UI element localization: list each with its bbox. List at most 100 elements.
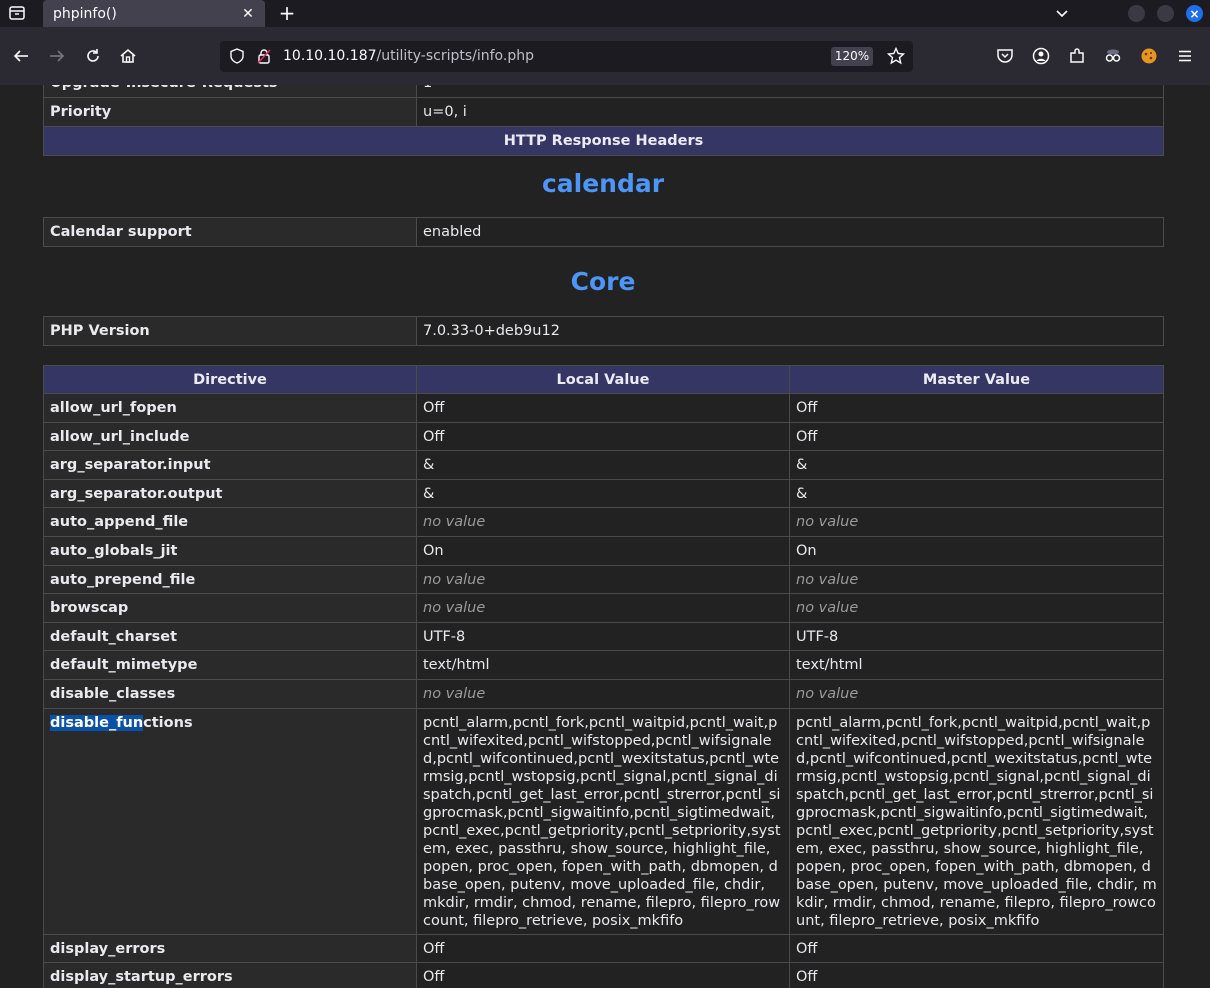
column-header-local: Local Value xyxy=(416,365,790,394)
local-value: & xyxy=(416,450,790,480)
home-icon[interactable] xyxy=(118,46,138,66)
request-headers-table: Upgrade-Insecure-Requests 1 Priority u=0… xyxy=(43,85,1164,156)
chevron-down-icon[interactable] xyxy=(1054,5,1070,21)
cookie-extension-icon[interactable] xyxy=(1139,46,1159,66)
no-value-text: no value xyxy=(796,514,859,531)
local-value: no value xyxy=(416,564,790,595)
directive-name: disable_classes xyxy=(43,678,417,709)
php-version-table: PHP Version 7.0.33-0+deb9u12 xyxy=(43,316,1164,346)
table-row: Calendar support enabled xyxy=(43,217,1164,247)
master-value: text/html xyxy=(789,650,1164,680)
table-row: display_errors Off Off xyxy=(43,933,1164,964)
account-icon[interactable] xyxy=(1031,46,1051,66)
table-row: auto_append_file no value no value xyxy=(43,507,1164,537)
directive-name: allow_url_fopen xyxy=(43,393,417,423)
header-key: Priority xyxy=(43,97,417,127)
local-value: no value xyxy=(416,593,790,623)
url-text[interactable]: 10.10.10.187/utility-scripts/info.php xyxy=(283,48,534,64)
table-row: auto_globals_jit On On xyxy=(43,535,1164,566)
table-row: allow_url_fopen Off Off xyxy=(43,393,1164,423)
directive-name: auto_append_file xyxy=(43,507,417,537)
directive-name: auto_globals_jit xyxy=(43,535,417,566)
table-header-row: HTTP Response Headers xyxy=(43,126,1164,156)
master-value: On xyxy=(789,535,1164,566)
menu-icon[interactable] xyxy=(1175,46,1195,66)
no-value-text: no value xyxy=(423,685,486,702)
directive-name: arg_separator.input xyxy=(43,450,417,480)
browser-tab[interactable]: phpinfo() ✕ xyxy=(43,0,265,27)
local-value: text/html xyxy=(416,650,790,680)
url-host: 10.10.10.187 xyxy=(283,48,377,64)
calendar-table: Calendar support enabled xyxy=(43,217,1164,247)
spy-extension-icon[interactable] xyxy=(1103,46,1123,66)
directive-name: allow_url_include xyxy=(43,421,417,452)
tab-strip: phpinfo() ✕ + × xyxy=(0,0,1210,27)
no-value-text: no value xyxy=(796,600,859,617)
insecure-lock-icon[interactable] xyxy=(256,48,272,68)
url-bar[interactable]: 10.10.10.187/utility-scripts/info.php 12… xyxy=(220,41,913,72)
directive-name: disable_functions xyxy=(43,707,417,935)
directive-name: default_charset xyxy=(43,621,417,652)
table-row: browscap no value no value xyxy=(43,593,1164,623)
close-window-button[interactable]: × xyxy=(1186,5,1203,22)
master-value: no value xyxy=(789,507,1164,537)
master-value: Off xyxy=(789,933,1164,964)
no-value-text: no value xyxy=(423,514,486,531)
selected-text: disable_fun xyxy=(50,714,144,731)
table-row: Upgrade-Insecure-Requests 1 xyxy=(43,85,1164,98)
zoom-badge[interactable]: 120% xyxy=(831,47,873,66)
master-value: Off xyxy=(789,393,1164,423)
forward-icon[interactable] xyxy=(47,46,67,66)
table-row: arg_separator.output & & xyxy=(43,478,1164,509)
new-tab-icon[interactable]: + xyxy=(278,3,296,23)
tab-title: phpinfo() xyxy=(53,5,117,22)
calendar-heading: calendar xyxy=(541,169,665,198)
master-value: UTF-8 xyxy=(789,621,1164,652)
directive-name: display_errors xyxy=(43,933,417,964)
table-row: Priority u=0, i xyxy=(43,97,1164,127)
local-value: no value xyxy=(416,507,790,537)
reload-icon[interactable] xyxy=(83,46,103,66)
local-value: Off xyxy=(416,421,790,452)
master-value: no value xyxy=(789,678,1164,709)
local-value: & xyxy=(416,478,790,509)
directive-name: default_mimetype xyxy=(43,650,417,680)
directive-name: auto_prepend_file xyxy=(43,564,417,595)
local-value: Off xyxy=(416,962,790,988)
directive-value: enabled xyxy=(416,217,1164,247)
table-row: auto_prepend_file no value no value xyxy=(43,564,1164,595)
table-row: disable_functions pcntl_alarm,pcntl_fork,… xyxy=(43,707,1164,935)
response-headers-title: HTTP Response Headers xyxy=(43,126,1164,156)
master-value: Off xyxy=(789,421,1164,452)
local-value: no value xyxy=(416,678,790,709)
local-value: Off xyxy=(416,393,790,423)
local-value: UTF-8 xyxy=(416,621,790,652)
directive-name: Calendar support xyxy=(43,217,417,247)
no-value-text: no value xyxy=(796,571,859,588)
maximize-button[interactable] xyxy=(1157,5,1174,22)
bookmark-star-icon[interactable] xyxy=(886,46,906,69)
header-value: u=0, i xyxy=(416,97,1164,127)
table-row: PHP Version 7.0.33-0+deb9u12 xyxy=(43,316,1164,346)
pocket-icon[interactable] xyxy=(995,46,1015,66)
directive-name: arg_separator.output xyxy=(43,478,417,509)
shield-icon[interactable] xyxy=(229,48,245,68)
back-icon[interactable] xyxy=(11,46,31,66)
local-value: On xyxy=(416,535,790,566)
core-heading: Core xyxy=(570,267,636,296)
master-value: & xyxy=(789,450,1164,480)
table-row: allow_url_include Off Off xyxy=(43,421,1164,452)
close-tab-icon[interactable]: ✕ xyxy=(241,6,255,22)
tab-list-icon[interactable] xyxy=(8,5,26,21)
local-value: pcntl_alarm,pcntl_fork,pcntl_waitpid,pcn… xyxy=(416,707,790,935)
minimize-button[interactable] xyxy=(1128,5,1145,22)
column-header-master: Master Value xyxy=(789,365,1164,394)
no-value-text: no value xyxy=(423,600,486,617)
table-row: default_charset UTF-8 UTF-8 xyxy=(43,621,1164,652)
master-value: & xyxy=(789,478,1164,509)
table-row: default_mimetype text/html text/html xyxy=(43,650,1164,680)
url-path: /utility-scripts/info.php xyxy=(376,48,534,64)
extensions-icon[interactable] xyxy=(1067,46,1087,66)
no-value-text: no value xyxy=(423,571,486,588)
table-row: disable_classes no value no value xyxy=(43,678,1164,709)
